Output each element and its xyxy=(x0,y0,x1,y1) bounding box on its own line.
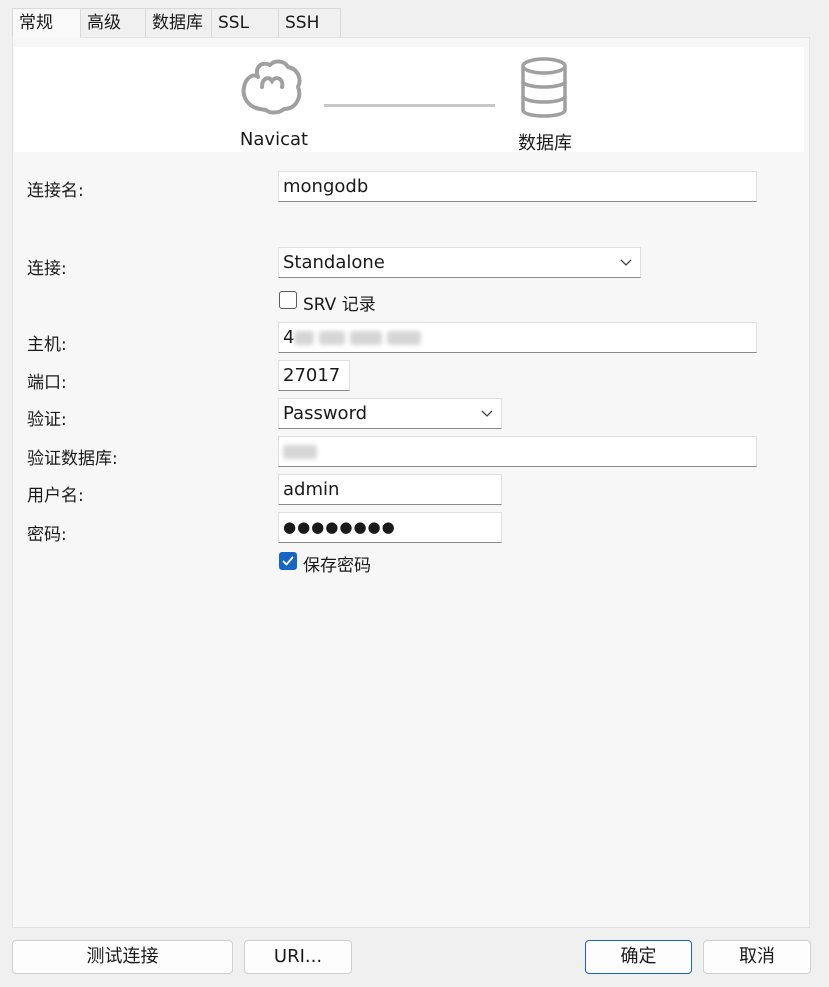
tab-bar: 常规 高级 数据库 SSL SSH xyxy=(12,8,341,38)
auth-value: Password xyxy=(283,403,368,424)
password-label: 密码: xyxy=(27,525,67,545)
auth-label: 验证: xyxy=(27,410,67,430)
redacted-block xyxy=(387,331,422,345)
redacted-block xyxy=(294,331,315,345)
connector-line xyxy=(324,104,495,107)
auth-select[interactable]: Password xyxy=(278,398,502,429)
uri-button[interactable]: URI... xyxy=(244,940,352,974)
connection-type-value: Standalone xyxy=(283,252,385,273)
connection-type-label: 连接: xyxy=(27,259,67,279)
tab-general[interactable]: 常规 xyxy=(12,8,81,38)
port-input[interactable]: 27017 xyxy=(278,360,350,391)
port-label: 端口: xyxy=(27,373,67,393)
cancel-button[interactable]: 取消 xyxy=(703,940,811,974)
redacted-block xyxy=(350,331,383,345)
srv-record-label: SRV 记录 xyxy=(303,295,376,315)
host-input[interactable]: 4 xyxy=(278,322,757,353)
navicat-label: Navicat xyxy=(239,129,309,150)
navicat-logo-icon xyxy=(241,59,302,115)
connection-diagram: Navicat 数据库 xyxy=(14,47,804,154)
host-value: 4 xyxy=(283,327,295,348)
save-password-checkbox[interactable] xyxy=(279,552,297,570)
test-connection-button[interactable]: 测试连接 xyxy=(12,940,233,974)
database-icon xyxy=(521,57,567,118)
redacted-block xyxy=(319,331,346,345)
tab-ssl[interactable]: SSL xyxy=(212,8,279,38)
host-label: 主机: xyxy=(27,335,67,355)
password-input[interactable]: ●●●●●●●● xyxy=(278,512,502,543)
connection-name-label: 连接名: xyxy=(27,181,84,201)
database-label: 数据库 xyxy=(518,133,572,154)
srv-record-checkbox[interactable] xyxy=(279,291,297,309)
connection-type-select[interactable]: Standalone xyxy=(278,247,641,278)
redacted-block xyxy=(283,445,317,459)
chevron-down-icon xyxy=(620,259,632,266)
save-password-label: 保存密码 xyxy=(303,556,371,576)
tab-databases[interactable]: 数据库 xyxy=(146,8,212,38)
ok-button[interactable]: 确定 xyxy=(585,940,692,974)
tab-advanced[interactable]: 高级 xyxy=(81,8,146,38)
chevron-down-icon xyxy=(481,410,493,417)
auth-database-label: 验证数据库: xyxy=(27,449,118,469)
connection-name-input[interactable]: mongodb xyxy=(278,171,757,202)
tab-ssh[interactable]: SSH xyxy=(279,8,341,38)
username-input[interactable]: admin xyxy=(278,474,502,505)
checkmark-icon xyxy=(282,556,294,566)
auth-database-input[interactable] xyxy=(278,436,757,467)
username-label: 用户名: xyxy=(27,486,84,506)
